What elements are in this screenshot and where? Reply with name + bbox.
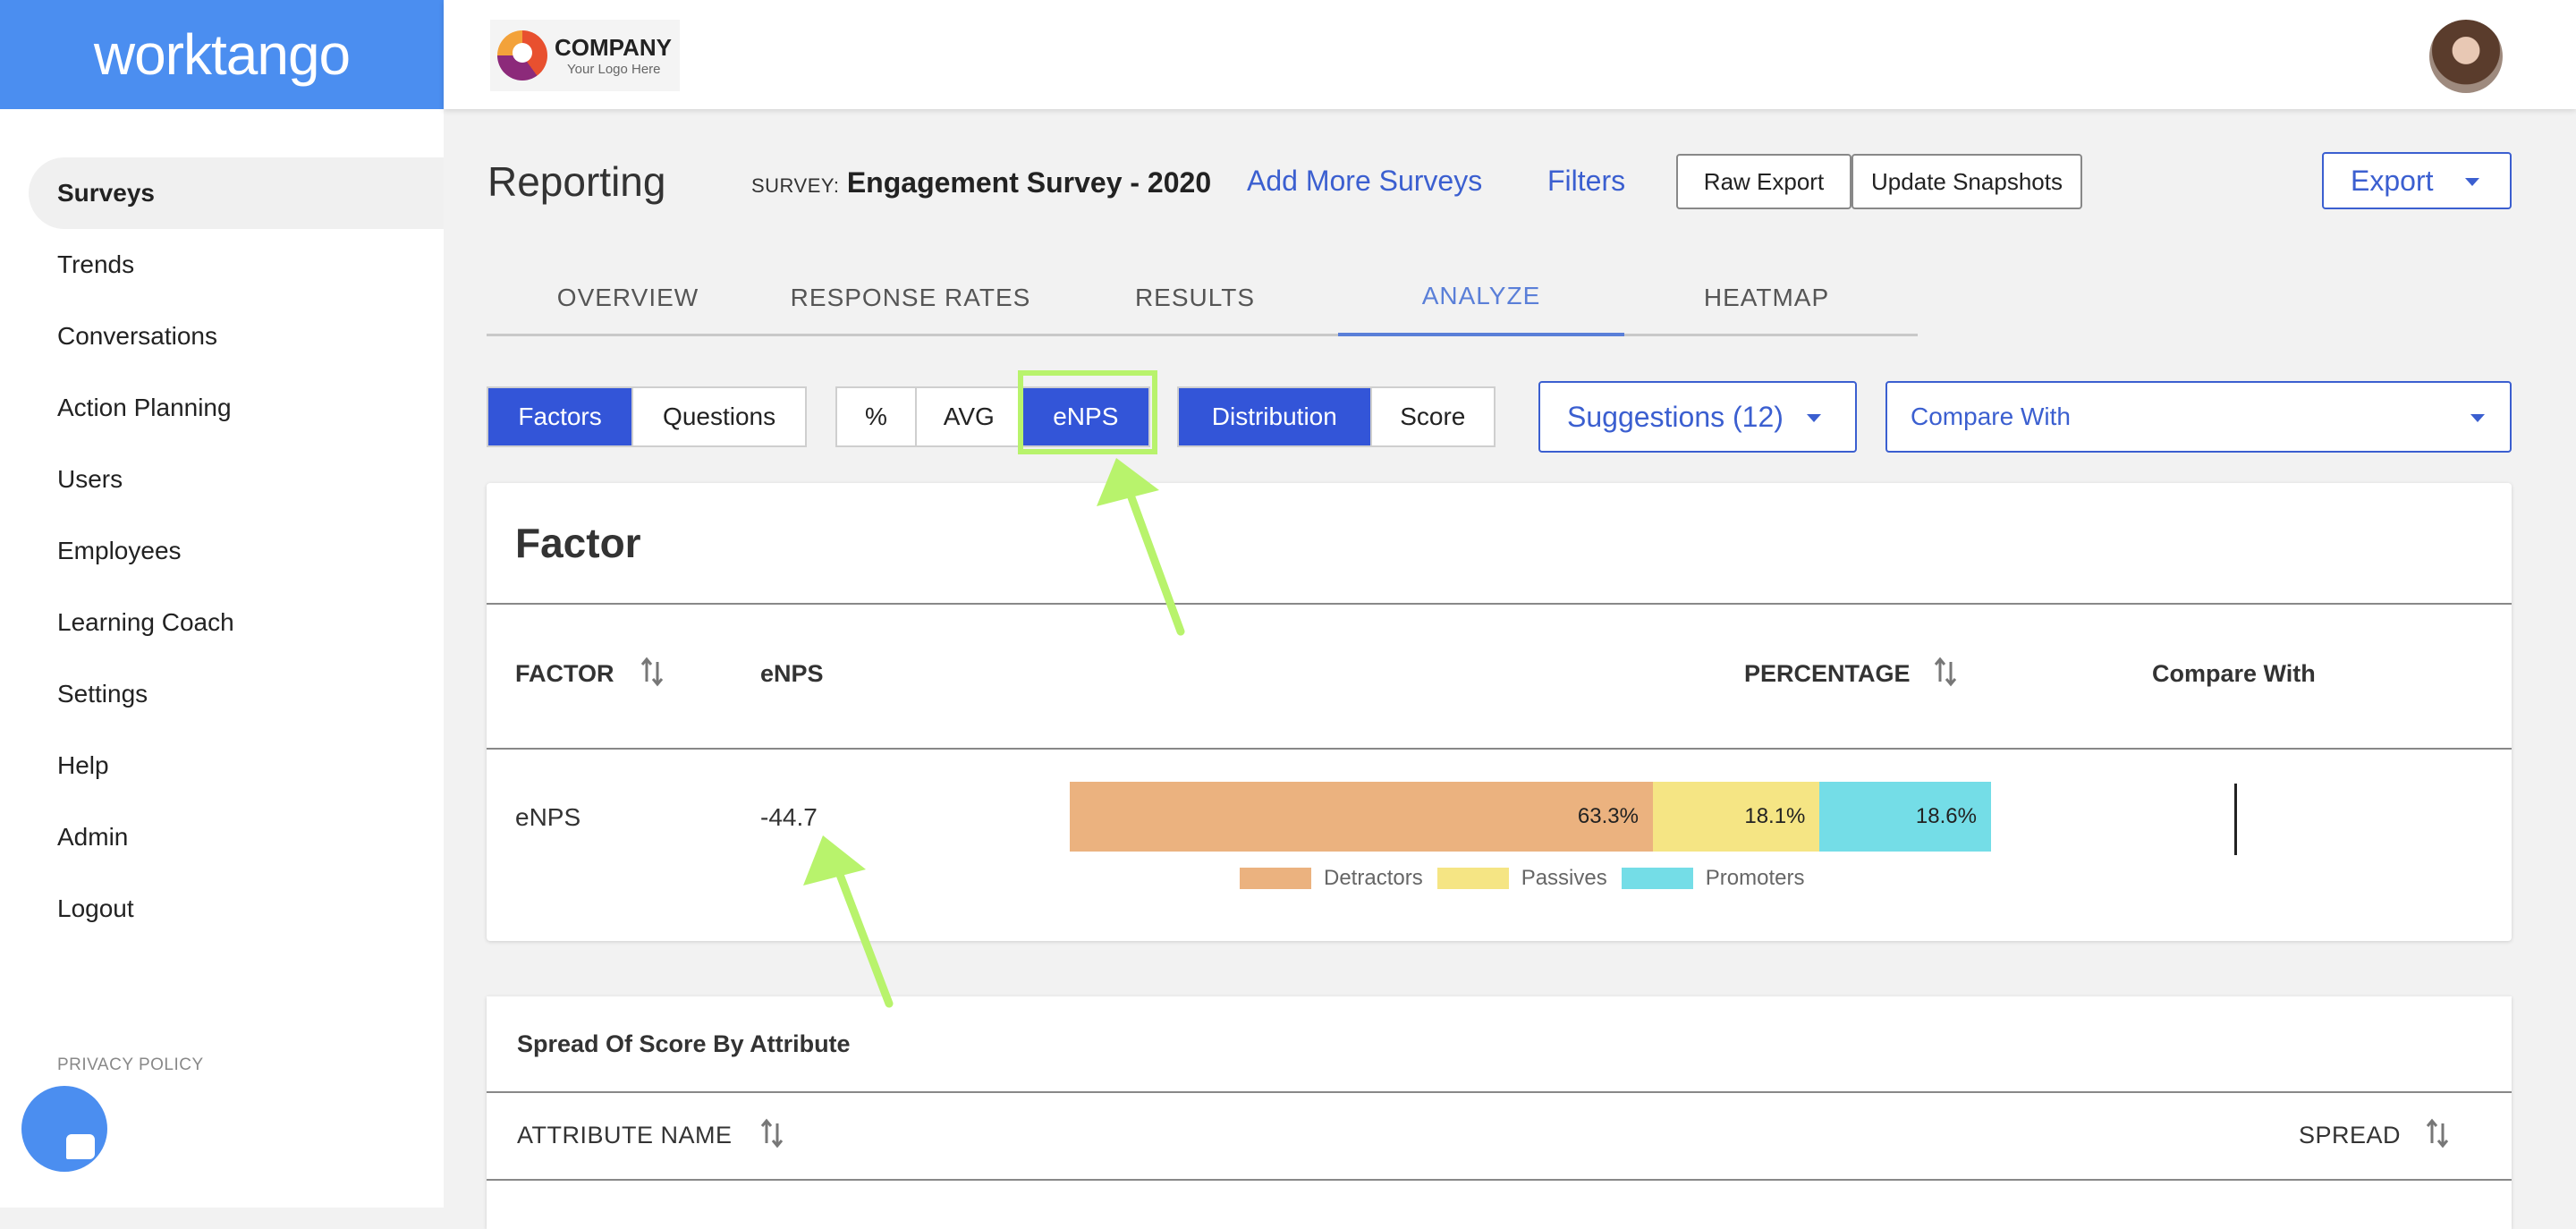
brand-logo[interactable]: worktango <box>0 0 444 109</box>
suggestions-label: Suggestions (12) <box>1567 400 1784 433</box>
column-header-attribute-name: ATTRIBUTE NAME <box>517 1122 733 1148</box>
survey-selector: SURVEY: Engagement Survey - 2020 <box>751 166 1211 199</box>
caret-down-icon <box>2465 178 2479 186</box>
tab-heatmap[interactable]: HEATMAP <box>1624 259 1909 336</box>
legend-item-promoters: Promoters <box>1621 866 1805 891</box>
sidebar-nav: Surveys Trends Conversations Action Plan… <box>0 157 444 945</box>
sidebar-item-users[interactable]: Users <box>0 444 444 515</box>
column-header-compare-with: Compare With <box>2152 660 2316 687</box>
filters-link[interactable]: Filters <box>1547 165 1625 198</box>
sidebar-item-settings[interactable]: Settings <box>0 658 444 730</box>
brand-name: worktango <box>93 22 351 87</box>
divider <box>487 748 2512 750</box>
caret-down-icon <box>2470 414 2485 422</box>
survey-name: Engagement Survey - 2020 <box>846 166 1212 199</box>
legend-swatch-detractors <box>1240 868 1311 889</box>
sidebar: worktango Surveys Trends Conversations A… <box>0 0 444 1208</box>
distribution-bar: 63.3% 18.1% 18.6% <box>1070 782 1991 852</box>
sort-icon[interactable] <box>1934 657 1957 687</box>
score-toggle[interactable]: Score <box>1372 388 1494 445</box>
user-avatar[interactable] <box>2429 20 2503 93</box>
privacy-policy-link[interactable]: PRIVACY POLICY <box>57 1055 204 1075</box>
column-header-enps: eNPS <box>760 660 824 687</box>
bar-segment-detractors: 63.3% <box>1070 782 1653 852</box>
column-header-percentage: PERCENTAGE <box>1744 660 1911 687</box>
bar-label-promoters: 18.6% <box>1915 804 1977 828</box>
sidebar-item-admin[interactable]: Admin <box>0 801 444 873</box>
questions-toggle[interactable]: Questions <box>633 388 805 445</box>
compare-with-dropdown[interactable]: Compare With <box>1885 381 2512 453</box>
tab-analyze[interactable]: ANALYZE <box>1338 259 1624 336</box>
sidebar-item-action-planning[interactable]: Action Planning <box>0 372 444 444</box>
sort-icon[interactable] <box>640 657 664 687</box>
legend-label-passives: Passives <box>1521 866 1607 890</box>
sort-icon[interactable] <box>760 1118 784 1148</box>
compare-with-label: Compare With <box>1911 403 2071 430</box>
sidebar-item-employees[interactable]: Employees <box>0 515 444 587</box>
company-tagline: Your Logo Here <box>567 62 661 77</box>
top-bar <box>444 0 2576 109</box>
compare-with-marker <box>2234 784 2237 855</box>
location-pin-icon <box>497 30 547 81</box>
sidebar-item-conversations[interactable]: Conversations <box>0 301 444 372</box>
legend-swatch-promoters <box>1621 868 1693 889</box>
avg-toggle[interactable]: AVG <box>917 388 1023 445</box>
company-name: COMPANY <box>555 34 672 61</box>
spread-card-title: Spread Of Score By Attribute <box>517 1030 851 1057</box>
legend-swatch-passives <box>1436 868 1509 889</box>
factor-card-title: Factor <box>515 520 641 566</box>
spread-card: Spread Of Score By Attribute ATTRIBUTE N… <box>487 996 2512 1229</box>
chat-icon <box>66 1134 95 1159</box>
page-title: Reporting <box>487 158 666 205</box>
distribution-legend: Detractors Passives Promoters <box>1240 866 1818 891</box>
bar-label-passives: 18.1% <box>1744 804 1806 828</box>
enps-highlight-box <box>1018 370 1157 454</box>
sidebar-item-surveys[interactable]: Surveys <box>29 157 444 229</box>
sidebar-item-help[interactable]: Help <box>0 730 444 801</box>
legend-item-detractors: Detractors <box>1240 866 1423 891</box>
survey-prefix: SURVEY: <box>751 174 840 197</box>
legend-item-passives: Passives <box>1436 866 1607 891</box>
distribution-toggle[interactable]: Distribution <box>1179 388 1372 445</box>
column-header-spread: SPREAD <box>2299 1122 2402 1148</box>
view-toggle: Factors Questions <box>487 386 807 447</box>
column-header-factor: FACTOR <box>515 660 614 687</box>
export-dropdown[interactable]: Export <box>2322 152 2512 209</box>
percent-toggle[interactable]: % <box>837 388 917 445</box>
raw-export-button[interactable]: Raw Export <box>1676 154 1852 209</box>
company-logo: COMPANY Your Logo Here <box>490 20 680 91</box>
report-tabs: OVERVIEW RESPONSE RATES RESULTS ANALYZE … <box>487 259 1918 336</box>
divider <box>487 603 2512 605</box>
sidebar-item-logout[interactable]: Logout <box>0 873 444 945</box>
row-factor-name: eNPS <box>515 803 581 831</box>
chat-widget-button[interactable] <box>21 1086 107 1172</box>
factors-toggle[interactable]: Factors <box>488 388 634 445</box>
tab-results[interactable]: RESULTS <box>1052 259 1338 336</box>
export-label: Export <box>2351 164 2434 197</box>
bar-segment-passives: 18.1% <box>1652 782 1820 852</box>
sidebar-item-learning-coach[interactable]: Learning Coach <box>0 587 444 658</box>
mode-toggle: Distribution Score <box>1177 386 1496 447</box>
legend-label-promoters: Promoters <box>1705 866 1805 890</box>
suggestions-dropdown[interactable]: Suggestions (12) <box>1538 381 1857 453</box>
bar-segment-promoters: 18.6% <box>1819 782 1991 852</box>
divider <box>487 1179 2512 1181</box>
divider <box>487 1091 2512 1093</box>
update-snapshots-button[interactable]: Update Snapshots <box>1852 154 2082 209</box>
bar-label-detractors: 63.3% <box>1577 804 1639 828</box>
caret-down-icon <box>1807 414 1821 422</box>
add-more-surveys-link[interactable]: Add More Surveys <box>1247 165 1482 198</box>
factor-card: Factor FACTOR eNPS PERCENTAGE Compare Wi… <box>487 483 2512 941</box>
tab-overview[interactable]: OVERVIEW <box>487 259 769 336</box>
legend-label-detractors: Detractors <box>1324 866 1423 890</box>
sort-icon[interactable] <box>2426 1118 2449 1148</box>
sidebar-item-trends[interactable]: Trends <box>0 229 444 301</box>
tab-response-rates[interactable]: RESPONSE RATES <box>769 259 1052 336</box>
row-enps-value: -44.7 <box>760 803 818 831</box>
